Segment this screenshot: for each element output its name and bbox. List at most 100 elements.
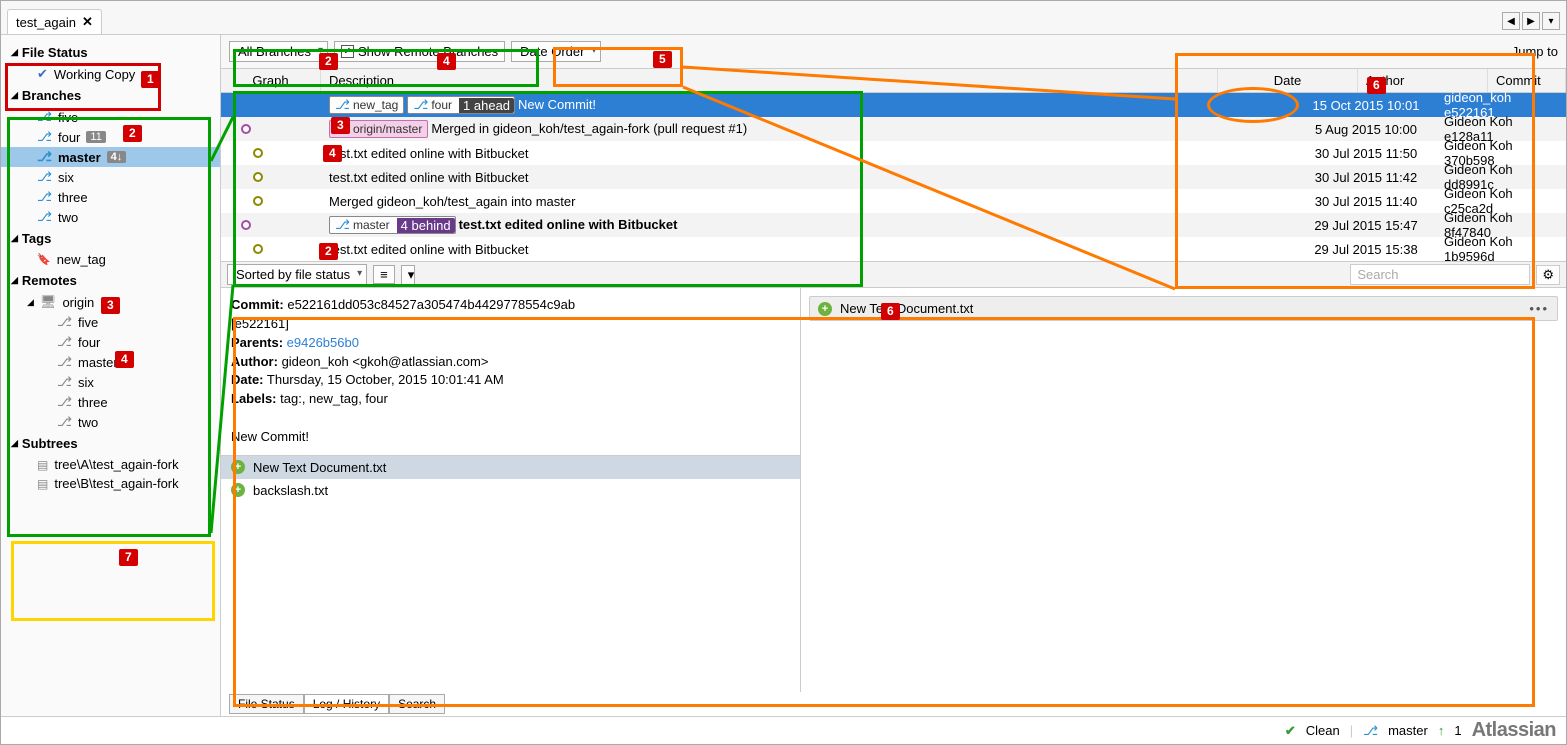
repo-tab[interactable]: test_again ✕	[7, 9, 102, 34]
branch-icon: ⎇	[335, 217, 350, 233]
tab-menu-icon[interactable]: ▾	[1542, 12, 1560, 30]
gear-icon[interactable]: ⚙	[1536, 265, 1560, 285]
col-graph[interactable]: Graph	[221, 69, 321, 92]
commit-desc: test.txt edited online with Bitbucket	[329, 146, 528, 161]
branch-filter-combo[interactable]: All Branches	[229, 41, 328, 62]
commit-row[interactable]: ⎇new_tag⎇four1 aheadNew Commit!15 Oct 20…	[221, 93, 1566, 117]
commit-date: 15 Oct 2015 10:01	[1296, 98, 1436, 113]
commit-row[interactable]: test.txt edited online with Bitbucket30 …	[221, 165, 1566, 189]
sidebar-remote-branch-item[interactable]: ⎇three	[1, 392, 220, 412]
commit-date: 29 Jul 2015 15:38	[1296, 242, 1436, 257]
file-list: +New Text Document.txt+backslash.txt	[221, 455, 800, 502]
commit-row[interactable]: test.txt edited online with Bitbucket30 …	[221, 141, 1566, 165]
col-desc[interactable]: Description	[321, 69, 1218, 92]
tab-file-status[interactable]: File Status	[229, 694, 304, 714]
status-branch[interactable]: master	[1388, 723, 1428, 738]
tags-label: Tags	[22, 231, 51, 246]
sidebar-remote-branch-item[interactable]: ⎇two	[1, 412, 220, 432]
order-combo[interactable]: Date Order	[511, 41, 601, 62]
callout-6-top: 6	[1367, 77, 1386, 94]
subtrees-label: Subtrees	[22, 436, 78, 451]
remotes-header[interactable]: ◢ Remotes	[1, 269, 220, 292]
sidebar-branch-item[interactable]: ⎇six	[1, 167, 220, 187]
view-option-icon[interactable]: ▾	[401, 265, 415, 285]
sidebar-remote-branch-item[interactable]: ⎇five	[1, 312, 220, 332]
sidebar-subtree-item[interactable]: ▤tree\A\test_again-fork	[1, 455, 220, 474]
commit-table-header: Graph Description Date Author Commit	[221, 69, 1566, 93]
branch-badge: 11	[86, 131, 105, 143]
commit-row[interactable]: Merged gideon_koh/test_again into master…	[221, 189, 1566, 213]
added-icon: +	[818, 302, 832, 316]
commit-desc: Merged gideon_koh/test_again into master	[329, 194, 575, 209]
graph-node-icon	[253, 172, 263, 182]
jump-to-label[interactable]: Jump to	[1512, 44, 1558, 59]
sort-combo[interactable]: Sorted by file status	[227, 264, 367, 285]
added-icon: +	[231, 483, 245, 497]
list-view-icon[interactable]: ≡	[373, 265, 395, 284]
sidebar-branch-item[interactable]: ⎇four11	[1, 127, 220, 147]
branch-icon: ⎇	[37, 209, 52, 225]
file-status-label: File Status	[22, 45, 88, 60]
log-toolbar: All Branches ✓ Show Remote Branches Date…	[221, 35, 1566, 69]
sidebar-branch-item[interactable]: ⎇three	[1, 187, 220, 207]
status-ahead: 1	[1454, 723, 1461, 738]
commit-row[interactable]: ⎇master4 behindtest.txt edited online wi…	[221, 213, 1566, 237]
checkbox-icon: ✓	[341, 45, 354, 58]
tab-log-history[interactable]: Log / History	[304, 694, 389, 714]
remote-branch-label: four	[78, 335, 100, 350]
subtrees-header[interactable]: ◢ Subtrees	[1, 432, 220, 455]
sidebar-remote-branch-item[interactable]: ⎇six	[1, 372, 220, 392]
diff-file-header[interactable]: + New Text Document.txt •••	[809, 296, 1558, 321]
commit-author: Gideon Koh 1b9596d	[1436, 234, 1566, 264]
sidebar-branch-item[interactable]: ⎇master4↓	[1, 147, 220, 167]
show-remote-label: Show Remote Branches	[358, 44, 498, 59]
tab-prev-icon[interactable]: ◀	[1502, 12, 1520, 30]
branch-icon: ⎇	[1363, 723, 1378, 739]
diff-file-name: New Text Document.txt	[840, 301, 973, 316]
subtree-label: tree\A\test_again-fork	[54, 457, 178, 472]
sidebar-remote-branch-item[interactable]: ⎇four	[1, 332, 220, 352]
close-icon[interactable]: ✕	[82, 14, 93, 30]
callout-4-top: 4	[437, 53, 456, 70]
content: All Branches ✓ Show Remote Branches Date…	[221, 35, 1566, 716]
tab-bar: test_again ✕ ◀ ▶ ▾	[1, 1, 1566, 35]
file-status-header[interactable]: ◢ File Status	[1, 41, 220, 64]
tab-search[interactable]: Search	[389, 694, 445, 714]
callout-4-row: 4	[323, 145, 342, 162]
branch-icon: ⎇	[413, 97, 428, 113]
remote-branch-label: six	[78, 375, 94, 390]
tab-next-icon[interactable]: ▶	[1522, 12, 1540, 30]
tag-item[interactable]: 🔖 new_tag	[1, 250, 220, 269]
branches-label: Branches	[22, 88, 81, 103]
more-icon[interactable]: •••	[1529, 301, 1549, 316]
branch-filter-label: All Branches	[238, 44, 311, 59]
search-input[interactable]: Search	[1350, 264, 1530, 285]
col-date[interactable]: Date	[1218, 69, 1358, 92]
disclosure-icon: ◢	[11, 90, 18, 101]
sidebar-branch-item[interactable]: ⎇two	[1, 207, 220, 227]
sidebar-remote-branch-item[interactable]: ⎇master	[1, 352, 220, 372]
branch-label: six	[58, 170, 74, 185]
commit-meta: Commit: e522161dd053c84527a305474b442977…	[221, 288, 800, 455]
branch-icon: ⎇	[57, 314, 72, 330]
tab-label: test_again	[16, 15, 76, 30]
tags-header[interactable]: ◢ Tags	[1, 227, 220, 250]
working-copy-item[interactable]: ✔ Working Copy	[1, 64, 220, 84]
callout-5: 5	[653, 51, 672, 68]
meta-parents-link[interactable]: e9426b56b0	[287, 335, 359, 350]
meta-commit-hash: e522161dd053c84527a305474b4429778554c9ab	[287, 297, 575, 312]
check-circle-icon: ✔	[37, 66, 48, 82]
detail-left: Commit: e522161dd053c84527a305474b442977…	[221, 288, 801, 692]
branches-header[interactable]: ◢ Branches	[1, 84, 220, 107]
branch-label: four	[58, 130, 80, 145]
col-commit[interactable]: Commit	[1488, 69, 1566, 92]
sidebar-subtree-item[interactable]: ▤tree\B\test_again-fork	[1, 474, 220, 493]
commit-row[interactable]: test.txt edited online with Bitbucket29 …	[221, 237, 1566, 261]
sidebar-branch-item[interactable]: ⎇five	[1, 107, 220, 127]
file-row[interactable]: +backslash.txt	[221, 479, 800, 502]
file-row[interactable]: +New Text Document.txt	[221, 456, 800, 479]
sidebar: ◢ File Status ✔ Working Copy ◢ Branches …	[1, 35, 221, 716]
working-copy-label: Working Copy	[54, 67, 135, 82]
commit-row[interactable]: ⎇origin/masterMerged in gideon_koh/test_…	[221, 117, 1566, 141]
show-remote-checkbox[interactable]: ✓ Show Remote Branches	[334, 41, 505, 62]
